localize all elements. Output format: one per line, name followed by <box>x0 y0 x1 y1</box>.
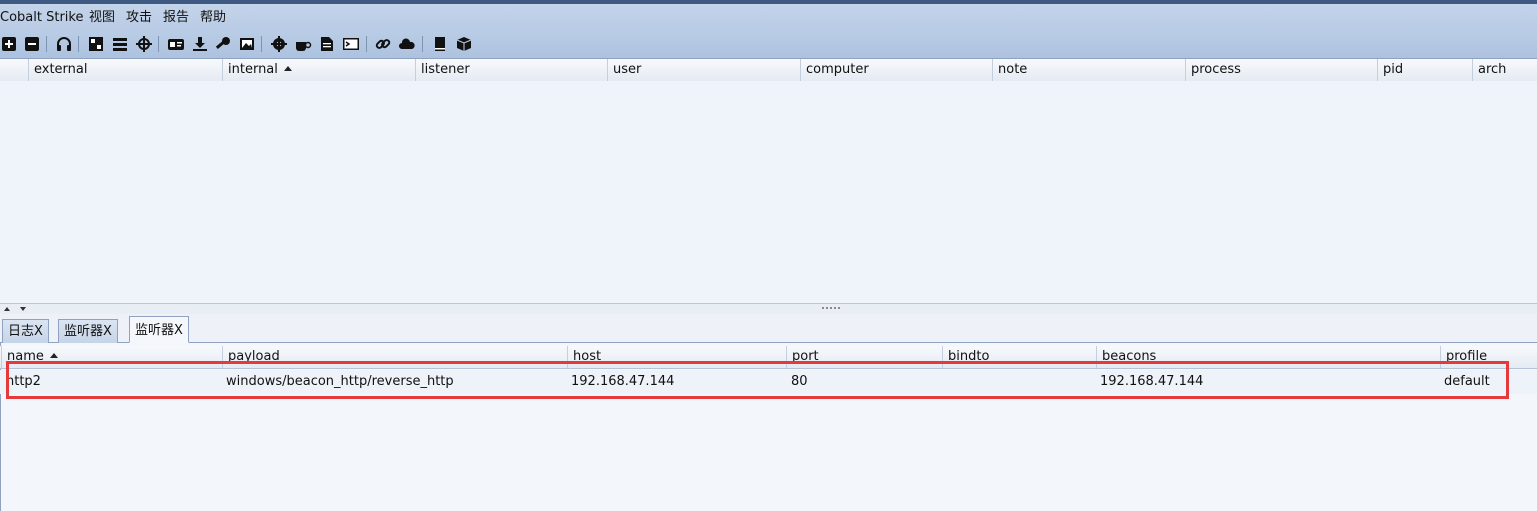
sort-ascending-icon <box>283 66 292 71</box>
column-computer[interactable]: computer <box>800 59 992 81</box>
network-icon[interactable] <box>87 35 105 53</box>
column-payload[interactable]: payload <box>222 346 567 368</box>
link-icon[interactable] <box>374 35 392 53</box>
column-user[interactable]: user <box>607 59 800 81</box>
tab-listeners-2[interactable]: 监听器X <box>129 316 189 343</box>
menu-help[interactable]: 帮助 <box>200 10 226 26</box>
cell-profile: default <box>1444 374 1490 389</box>
minus-icon[interactable] <box>23 35 41 53</box>
column-profile[interactable]: profile <box>1440 346 1537 368</box>
download-icon[interactable] <box>191 35 209 53</box>
headphones-icon[interactable] <box>55 35 73 53</box>
terminal-icon[interactable] <box>342 35 360 53</box>
column-host[interactable]: host <box>567 346 786 368</box>
toolbar-separator <box>366 36 367 52</box>
gear-icon[interactable] <box>270 35 288 53</box>
cloud-icon[interactable] <box>398 35 416 53</box>
cell-beacons: 192.168.47.144 <box>1100 374 1204 389</box>
tab-listeners-1[interactable]: 监听器X <box>58 319 118 343</box>
menu-cobalt-strike[interactable]: Cobalt Strike <box>0 10 83 26</box>
toolbar-separator <box>46 36 47 52</box>
expand-down-icon[interactable] <box>20 307 26 311</box>
cell-payload: windows/beacon_http/reverse_http <box>226 374 454 389</box>
column-pid[interactable]: pid <box>1377 59 1472 81</box>
listeners-table-header: name payload host port bindto beacons pr… <box>0 346 1537 369</box>
column-port[interactable]: port <box>786 346 942 368</box>
sort-ascending-icon <box>49 353 58 358</box>
toolbar-separator <box>422 36 423 52</box>
column-external[interactable]: external <box>28 59 222 81</box>
menu-bar: Cobalt Strike 视图 攻击 报告 帮助 <box>0 4 1537 30</box>
beacons-table-body[interactable] <box>0 81 1537 303</box>
cube-icon[interactable] <box>455 35 473 53</box>
column-arch[interactable]: arch <box>1472 59 1537 81</box>
toolbar-separator <box>158 36 159 52</box>
menu-view[interactable]: 视图 <box>89 10 115 26</box>
divider-grip-icon <box>822 307 840 311</box>
column-bindto[interactable]: bindto <box>942 346 1096 368</box>
menu-reports[interactable]: 报告 <box>163 10 189 26</box>
plus-icon[interactable] <box>0 35 18 53</box>
document-icon[interactable] <box>318 35 336 53</box>
key-icon[interactable] <box>214 35 232 53</box>
cell-name: http2 <box>6 374 41 389</box>
expand-up-icon[interactable] <box>4 307 10 311</box>
toolbar-separator <box>261 36 262 52</box>
menu-attack[interactable]: 攻击 <box>126 10 152 26</box>
column-note[interactable]: note <box>992 59 1185 81</box>
toolbar-separator <box>78 36 79 52</box>
id-card-icon[interactable] <box>167 35 185 53</box>
list-icon[interactable] <box>111 35 129 53</box>
coffee-icon[interactable] <box>294 35 312 53</box>
column-beacons[interactable]: beacons <box>1096 346 1440 368</box>
column-name[interactable]: name <box>1 346 222 368</box>
column-listener[interactable]: listener <box>415 59 607 81</box>
cell-port: 80 <box>791 374 808 389</box>
column-process[interactable]: process <box>1185 59 1377 81</box>
table-row[interactable]: http2 windows/beacon_http/reverse_http 1… <box>0 370 1537 394</box>
cell-host: 192.168.47.144 <box>571 374 675 389</box>
toolbar <box>0 30 1537 59</box>
crosshair-icon[interactable] <box>135 35 153 53</box>
column-internal[interactable]: internal <box>222 59 415 81</box>
tab-strip: 日志X 监听器X 监听器X <box>0 314 1537 343</box>
book-icon[interactable] <box>431 35 449 53</box>
image-icon[interactable] <box>238 35 256 53</box>
tab-event-log[interactable]: 日志X <box>2 319 49 343</box>
beacons-table-header: external internal listener user computer… <box>0 59 1537 82</box>
